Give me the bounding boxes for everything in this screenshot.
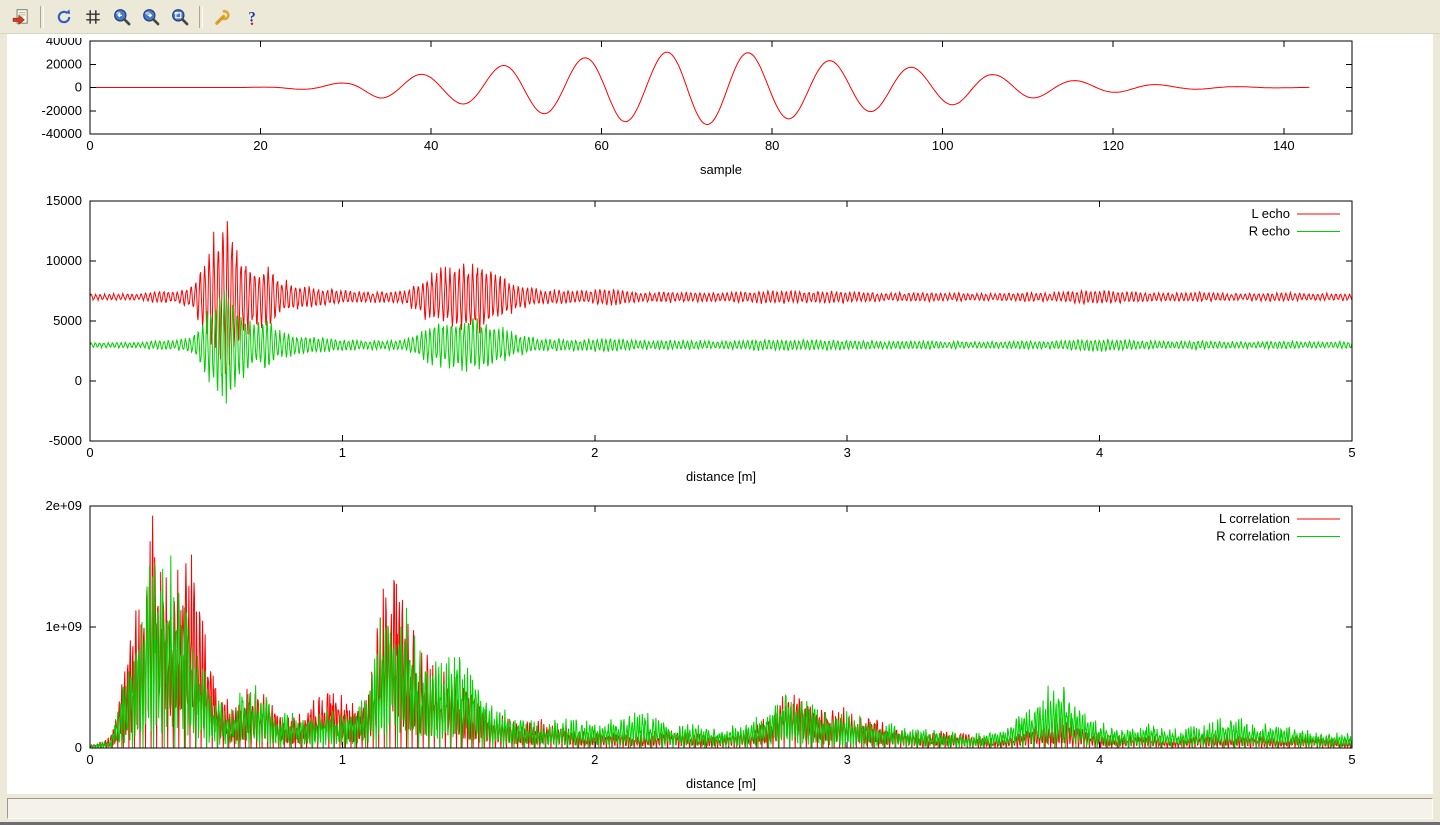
x-tick-label: 0 [86, 445, 93, 460]
x-tick-label: 80 [765, 138, 779, 153]
x-tick-label: 1 [339, 752, 346, 767]
status-bar [0, 794, 1440, 822]
x-tick-label: 0 [86, 752, 93, 767]
x-tick-label: 1 [339, 445, 346, 460]
signal-chart[interactable]: 0 20 40 60 80 100 120 140 -40000 -20000 0 20000 4000… [7, 38, 1433, 188]
zoom-previous-button[interactable] [108, 3, 135, 30]
y-tick-label: -20000 [42, 103, 82, 118]
x-tick-label: 2 [591, 445, 598, 460]
echo-chart[interactable]: 0 1 2 3 4 5 -5000 0 5000 10000 15000 distance [m] L … [7, 188, 1433, 488]
x-tick-label: 60 [594, 138, 608, 153]
wrench-icon [214, 8, 232, 26]
refresh-icon [55, 8, 73, 26]
legend-label: R echo [1249, 224, 1290, 239]
x-tick-label: 20 [253, 138, 267, 153]
plot-panel: 020406080100120140-40000-200000200004000… [7, 34, 1433, 794]
copy-icon [12, 8, 30, 26]
copy-to-clipboard-button[interactable] [7, 3, 34, 30]
autoscale-button[interactable] [166, 3, 193, 30]
x-tick-label: 3 [844, 752, 851, 767]
replot-button[interactable] [50, 3, 77, 30]
zoom-next-icon [142, 8, 160, 26]
status-text [7, 798, 1433, 819]
series-signal [90, 52, 1309, 124]
toolbar: ? [0, 0, 1440, 34]
x-tick-label: 5 [1348, 445, 1355, 460]
y-tick-label: 0 [75, 80, 82, 95]
x-tick-label: 2 [591, 752, 598, 767]
toolbar-separator [40, 6, 44, 28]
zoom-previous-icon [113, 8, 131, 26]
grid-icon [84, 8, 102, 26]
y-tick-label: 40000 [46, 38, 82, 48]
x-tick-label: 3 [844, 445, 851, 460]
plot-border [90, 201, 1352, 441]
y-tick-label: 15000 [46, 193, 82, 208]
toolbar-separator [199, 6, 203, 28]
series-l-correlation [90, 516, 1352, 748]
legend-label: L correlation [1219, 511, 1290, 526]
x-axis-label: distance [m] [686, 469, 756, 484]
x-tick-label: 40 [424, 138, 438, 153]
x-tick-label: 4 [1096, 445, 1103, 460]
y-tick-label: 0 [75, 740, 82, 755]
legend-label: R correlation [1216, 529, 1290, 544]
x-tick-label: 5 [1348, 752, 1355, 767]
x-axis-label: distance [m] [686, 776, 756, 791]
x-axis-label: sample [700, 162, 742, 177]
series-l-echo [90, 221, 1352, 374]
configure-button[interactable] [209, 3, 236, 30]
x-tick-label: 120 [1102, 138, 1124, 153]
help-icon: ? [243, 8, 261, 26]
x-tick-label: 140 [1273, 138, 1295, 153]
y-tick-label: 20000 [46, 56, 82, 71]
series-r-correlation [90, 556, 1352, 749]
x-tick-label: 100 [932, 138, 954, 153]
zoom-next-button[interactable] [137, 3, 164, 30]
plot-border [90, 506, 1352, 748]
toggle-grid-button[interactable] [79, 3, 106, 30]
legend-label: L echo [1251, 206, 1290, 221]
y-tick-label: 1e+09 [45, 619, 82, 634]
y-tick-label: -5000 [49, 433, 82, 448]
y-tick-label: 5000 [53, 313, 82, 328]
help-button[interactable]: ? [238, 3, 265, 30]
autoscale-icon [171, 8, 189, 26]
y-tick-label: 0 [75, 373, 82, 388]
y-tick-label: 10000 [46, 253, 82, 268]
y-tick-label: 2e+09 [45, 498, 82, 513]
correlation-chart[interactable]: 0 1 2 3 4 5 0 1e+09 2e+09 distance [m] L correlati… [7, 488, 1433, 794]
y-tick-label: -40000 [42, 126, 82, 141]
x-tick-label: 4 [1096, 752, 1103, 767]
x-tick-label: 0 [86, 138, 93, 153]
